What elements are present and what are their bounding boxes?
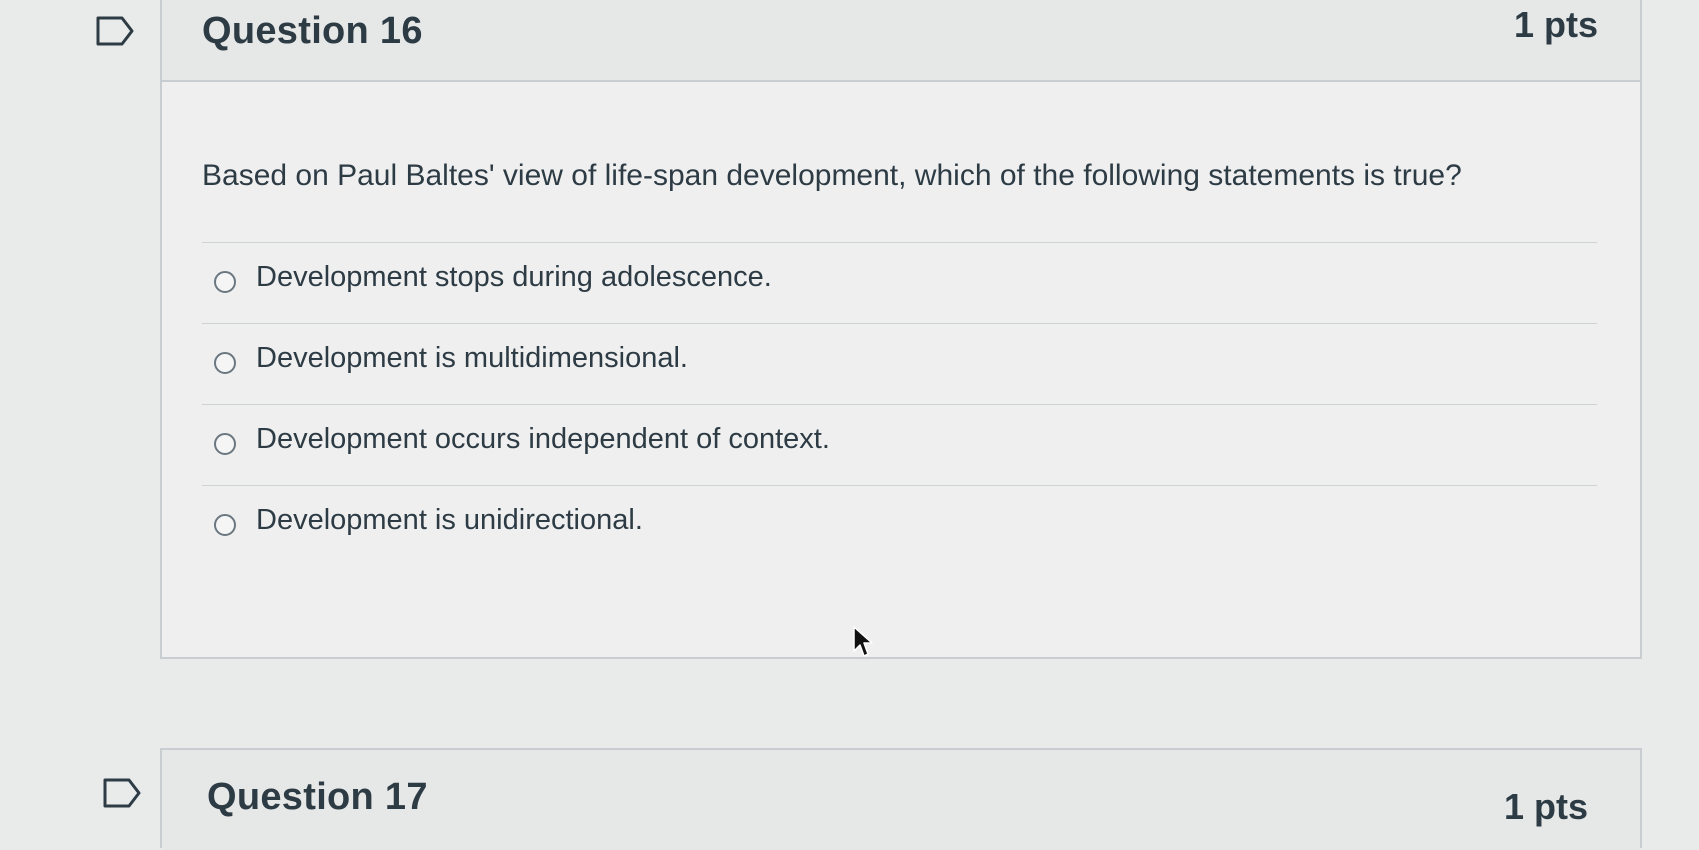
answer-list: Development stops during adolescence. De… [202,242,1597,566]
question-16-title: Question 16 [202,10,423,52]
question-17-title: Question 17 [207,776,428,818]
question-16-points: 1 pts [1513,4,1598,45]
answer-label[interactable]: Development stops during adolescence. [256,261,772,294]
radio-button[interactable] [214,514,236,536]
answer-option-2[interactable]: Development is multidimensional. [202,324,1597,405]
mouse-pointer-icon [852,625,874,659]
radio-button[interactable] [214,433,236,455]
flag-question-16-icon[interactable] [96,16,134,46]
question-17-points: 1 pts [1503,786,1588,827]
answer-option-3[interactable]: Development occurs independent of contex… [202,405,1597,486]
question-16-card: Question 16 1 pts Based on Paul Baltes' … [160,0,1642,659]
answer-label[interactable]: Development is unidirectional. [256,504,643,537]
radio-button[interactable] [214,352,236,374]
question-16-header: Question 16 1 pts [162,0,1640,82]
answer-label[interactable]: Development is multidimensional. [256,342,688,375]
answer-label[interactable]: Development occurs independent of contex… [256,423,830,456]
question-17-header: Question 17 1 pts [162,750,1640,850]
radio-button[interactable] [214,271,236,293]
question-16-text: Based on Paul Baltes' view of life-span … [202,159,1462,192]
answer-option-4[interactable]: Development is unidirectional. [202,486,1597,566]
answer-option-1[interactable]: Development stops during adolescence. [202,243,1597,324]
flag-question-17-icon[interactable] [103,778,141,808]
question-16-body: Based on Paul Baltes' view of life-span … [162,82,1640,566]
question-17-card: Question 17 1 pts [160,748,1642,850]
